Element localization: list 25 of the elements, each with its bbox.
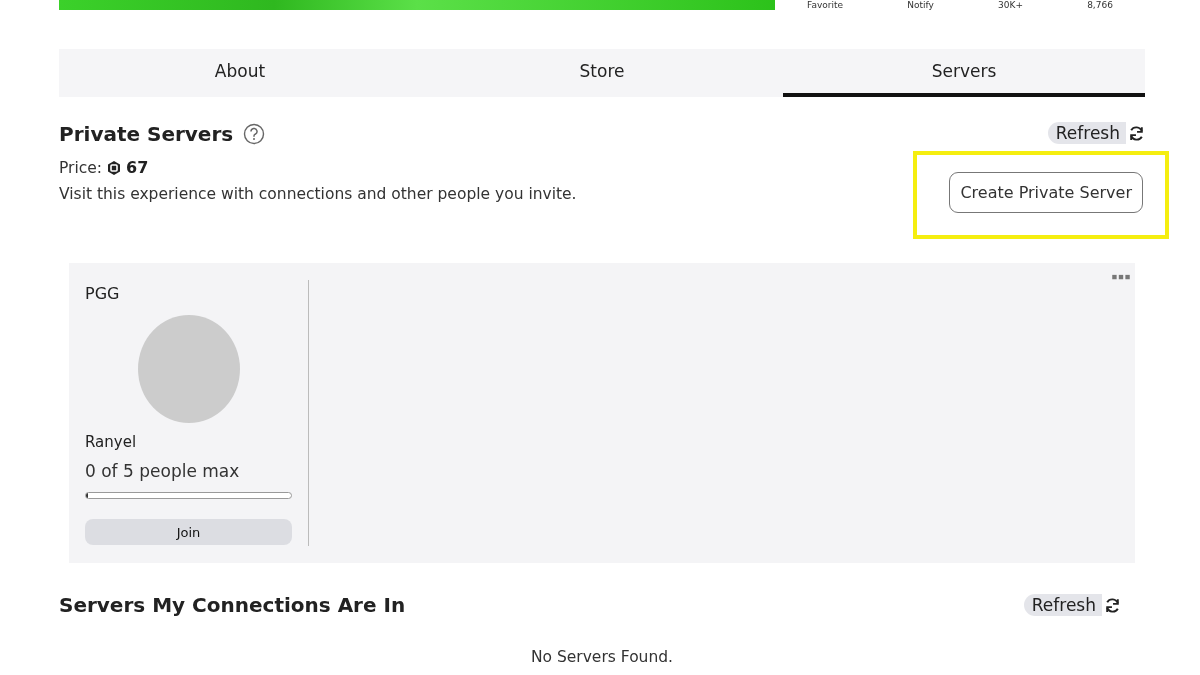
refresh-button[interactable]: Refresh [1023, 594, 1121, 616]
refresh-icon [1104, 596, 1121, 614]
capacity-text: 0 of 5 people max [85, 461, 240, 481]
refresh-icon [1128, 124, 1145, 142]
help-icon[interactable] [243, 123, 266, 145]
section-title: Private Servers [59, 122, 234, 146]
stat-label: 8,766 [1087, 0, 1113, 10]
tab[interactable]: Servers [783, 49, 1145, 97]
section-title: Servers My Connections Are In [59, 593, 406, 617]
currency-icon [106, 159, 123, 176]
refresh-button[interactable]: Refresh [1047, 122, 1145, 144]
more-options-icon[interactable] [1111, 274, 1131, 281]
stat-label: 30K+ [998, 0, 1023, 10]
empty-message: No Servers Found. [530, 648, 674, 666]
join-button[interactable]: Join [85, 519, 292, 545]
server-name: PGG [85, 284, 120, 303]
tab[interactable]: Store [421, 49, 783, 97]
stat-label: Notify [907, 0, 934, 10]
price-label: Price: [59, 158, 103, 177]
stat-label: Favorite [807, 0, 844, 10]
price-value: 67 [126, 158, 149, 177]
create-server-button[interactable]: Create Private Server [949, 172, 1143, 213]
description-text: Visit this experience with connections and other people you invite. [59, 185, 577, 203]
tab[interactable]: About [59, 49, 421, 97]
owner-name[interactable]: Ranyel [85, 433, 137, 451]
